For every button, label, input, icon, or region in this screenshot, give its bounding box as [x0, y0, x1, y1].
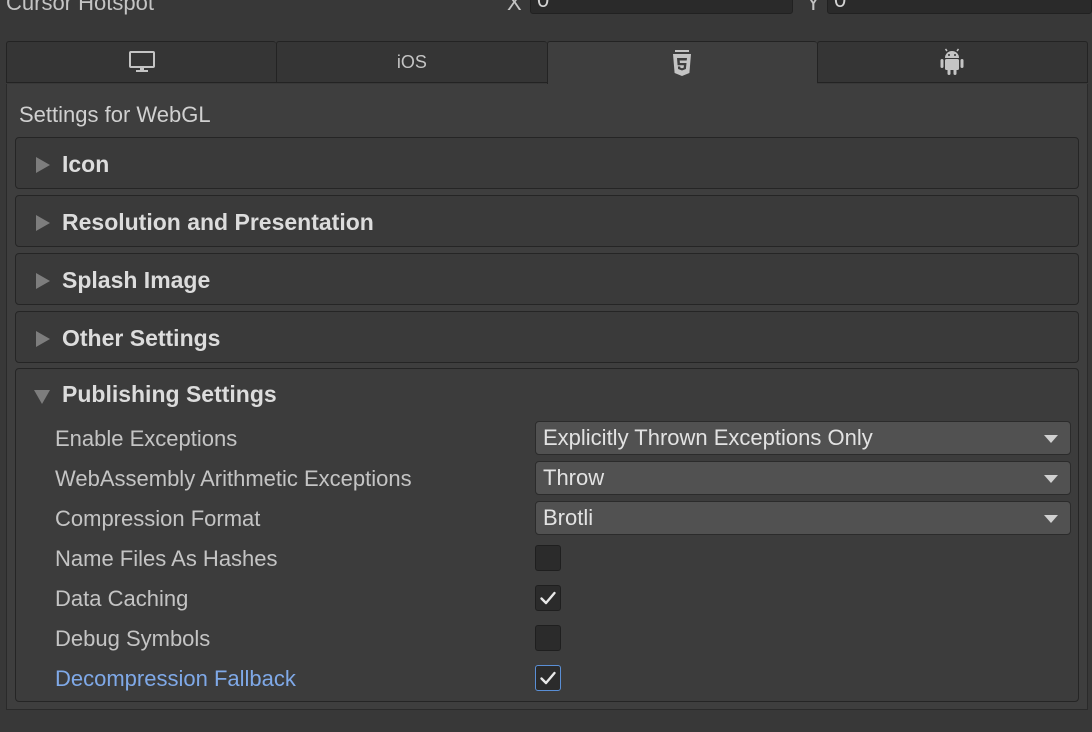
- foldout-other-title: Other Settings: [62, 325, 221, 351]
- tab-webgl[interactable]: [546, 41, 817, 84]
- expand-arrow-icon: [36, 157, 50, 173]
- enable-exceptions-value: Explicitly Thrown Exceptions Only: [543, 425, 873, 450]
- debug-symbols-checkbox[interactable]: [535, 625, 561, 651]
- y-value-field[interactable]: 0: [827, 0, 1092, 14]
- dropdown-caret-icon: [1044, 435, 1058, 443]
- expand-arrow-icon: [36, 215, 50, 231]
- checkmark-icon: [540, 591, 556, 605]
- decompression-fallback-label: Decompression Fallback: [55, 666, 296, 691]
- foldout-resolution-title: Resolution and Presentation: [62, 209, 374, 235]
- foldout-splash-title: Splash Image: [62, 267, 211, 293]
- html5-icon: [673, 50, 692, 76]
- wasm-arith-dropdown[interactable]: Throw: [535, 461, 1071, 495]
- foldout-resolution[interactable]: Resolution and Presentation: [15, 195, 1079, 247]
- name-files-hashes-checkbox[interactable]: [535, 545, 561, 571]
- compression-format-label: Compression Format: [55, 506, 261, 531]
- expand-arrow-icon: [36, 331, 50, 347]
- enable-exceptions-label: Enable Exceptions: [55, 426, 238, 451]
- expand-arrow-icon: [36, 273, 50, 289]
- name-files-hashes-label: Name Files As Hashes: [55, 546, 278, 571]
- data-caching-checkbox[interactable]: [535, 585, 561, 611]
- collapse-arrow-icon[interactable]: [34, 390, 50, 404]
- data-caching-label: Data Caching: [55, 586, 189, 611]
- monitor-icon: [128, 51, 155, 72]
- x-axis-label: X: [507, 0, 522, 15]
- tab-android[interactable]: [816, 41, 1088, 83]
- cursor-hotspot-label: Cursor Hotspot: [6, 0, 154, 15]
- foldout-icon[interactable]: Icon: [15, 137, 1079, 189]
- cursor-hotspot-row: Cursor Hotspot X 0 Y 0: [0, 0, 1092, 16]
- y-axis-label: Y: [806, 0, 821, 15]
- dropdown-caret-icon: [1044, 475, 1058, 483]
- checkmark-icon: [540, 671, 556, 685]
- foldout-icon-title: Icon: [62, 151, 110, 177]
- wasm-arith-label: WebAssembly Arithmetic Exceptions: [55, 466, 412, 491]
- compression-format-value: Brotli: [543, 505, 594, 530]
- x-value-field[interactable]: 0: [530, 0, 793, 14]
- wasm-arith-value: Throw: [543, 465, 605, 490]
- foldout-publishing-title[interactable]: Publishing Settings: [62, 381, 277, 408]
- debug-symbols-label: Debug Symbols: [55, 626, 211, 651]
- foldout-splash[interactable]: Splash Image: [15, 253, 1079, 305]
- tab-ios[interactable]: iOS: [276, 41, 547, 83]
- decompression-fallback-checkbox[interactable]: [535, 665, 561, 691]
- tab-standalone[interactable]: [6, 41, 277, 83]
- compression-format-dropdown[interactable]: Brotli: [535, 501, 1071, 535]
- enable-exceptions-dropdown[interactable]: Explicitly Thrown Exceptions Only: [535, 421, 1071, 455]
- android-icon: [940, 48, 964, 75]
- dropdown-caret-icon: [1044, 515, 1058, 523]
- platform-tabs: iOS: [6, 41, 1088, 84]
- tab-ios-label: iOS: [396, 51, 427, 72]
- settings-title: Settings for WebGL: [19, 102, 211, 127]
- foldout-other[interactable]: Other Settings: [15, 311, 1079, 363]
